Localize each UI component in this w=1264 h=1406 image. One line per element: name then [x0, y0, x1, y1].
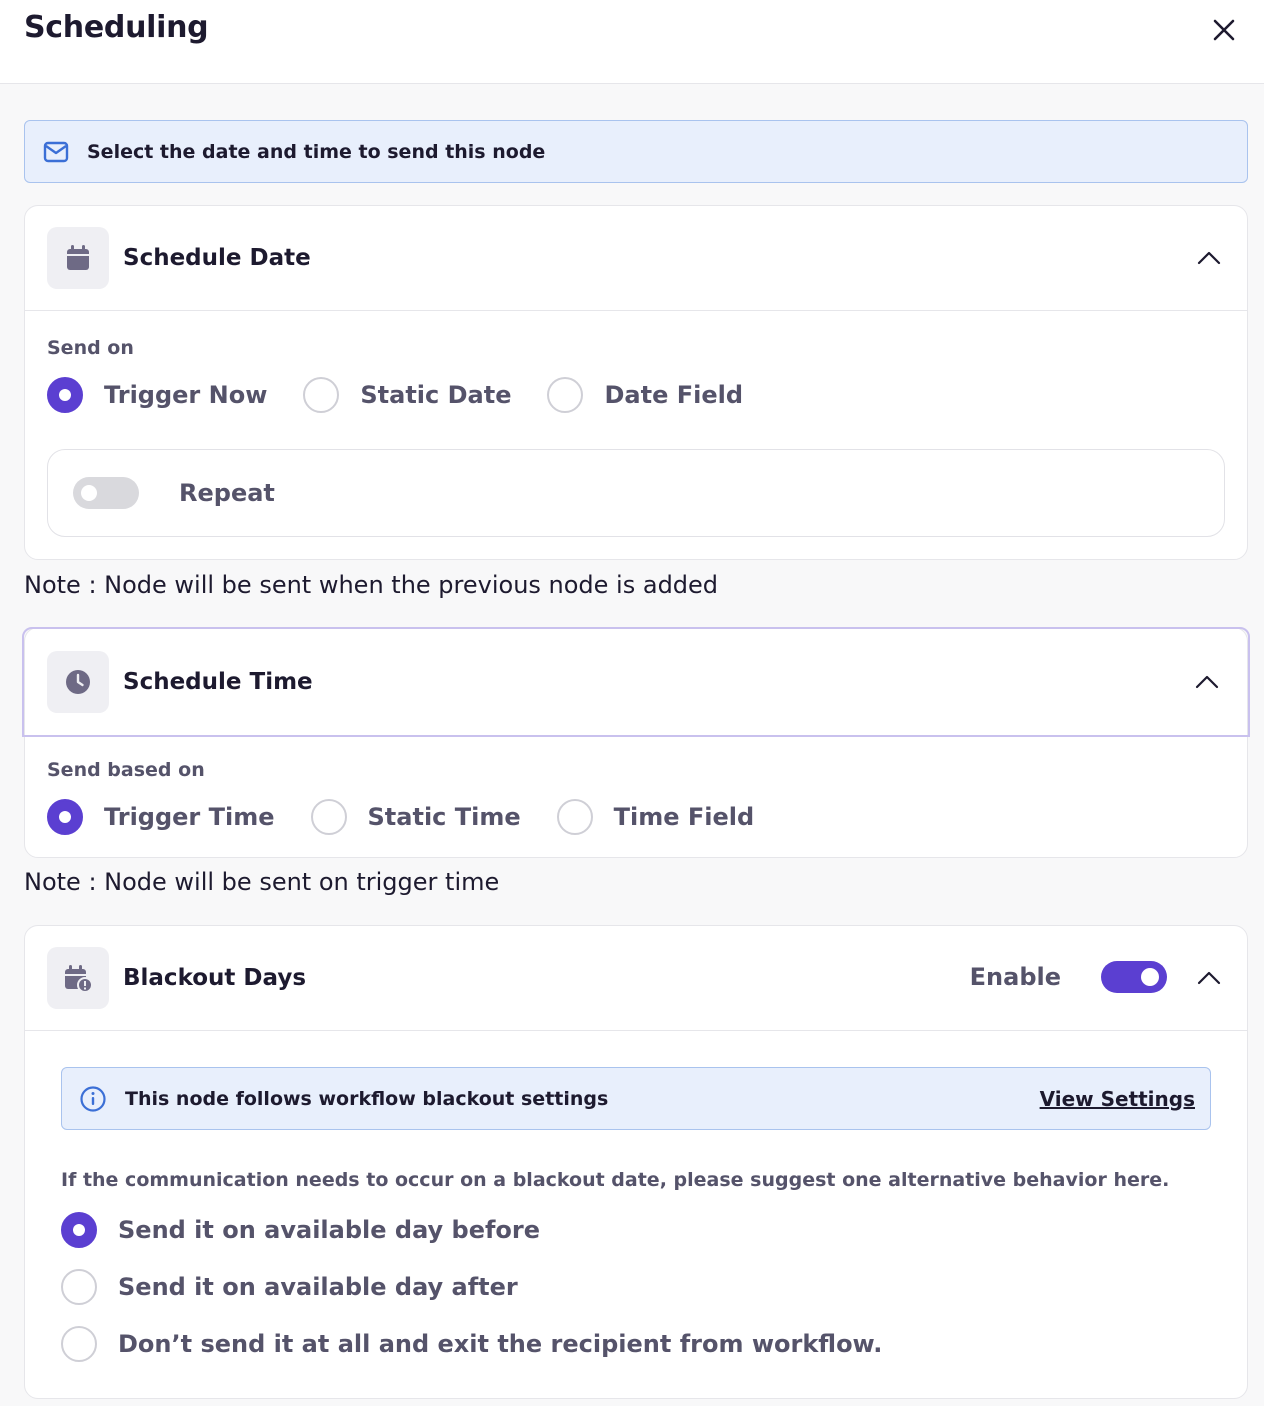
radio-label: Don’t send it at all and exit the recipi… — [118, 1330, 883, 1358]
info-banner: Select the date and time to send this no… — [24, 120, 1248, 183]
chevron-up-icon — [1197, 251, 1221, 265]
radio-static-date[interactable]: Static Date — [303, 377, 511, 413]
radio-button[interactable] — [61, 1326, 97, 1362]
clock-icon — [47, 651, 109, 713]
schedule-date-note: Note : Node will be sent when the previo… — [24, 571, 719, 599]
blackout-settings-banner: This node follows workflow blackout sett… — [61, 1067, 1211, 1130]
blackout-hint-text: If the communication needs to occur on a… — [61, 1169, 1170, 1191]
send-on-radio-group: Trigger Now Static Date Date Field — [47, 377, 779, 413]
blackout-days-title: Blackout Days — [123, 965, 307, 991]
close-icon — [1213, 19, 1235, 41]
radio-label: Static Date — [360, 381, 512, 409]
radio-button[interactable] — [303, 377, 340, 413]
send-on-label: Send on — [47, 337, 134, 359]
calendar-alert-icon — [47, 947, 109, 1009]
radio-button[interactable] — [47, 377, 83, 413]
send-based-on-radio-group: Trigger Time Static Time Time Field — [47, 799, 790, 835]
chevron-up-icon — [1195, 675, 1219, 689]
radio-label: Send it on available day after — [118, 1273, 518, 1301]
enable-label: Enable — [969, 963, 1061, 991]
info-icon — [79, 1085, 107, 1113]
radio-day-after[interactable]: Send it on available day after — [61, 1269, 518, 1305]
radio-static-time[interactable]: Static Time — [310, 799, 521, 835]
repeat-toggle[interactable] — [73, 477, 139, 509]
radio-label: Send it on available day before — [118, 1216, 541, 1244]
radio-button[interactable] — [310, 799, 347, 835]
schedule-time-card: Schedule Time Send based on Trigger Time… — [22, 627, 1250, 858]
chevron-up-icon — [1197, 971, 1221, 985]
blackout-enable-toggle[interactable] — [1101, 961, 1167, 993]
schedule-date-card: Schedule Date Send on Trigger Now Static… — [24, 205, 1248, 560]
view-settings-link[interactable]: View Settings — [1040, 1087, 1195, 1111]
radio-button[interactable] — [556, 799, 593, 835]
repeat-label: Repeat — [179, 479, 275, 507]
radio-button[interactable] — [547, 377, 584, 413]
radio-trigger-now[interactable]: Trigger Now — [47, 377, 267, 413]
blackout-banner-text: This node follows workflow blackout sett… — [125, 1087, 609, 1110]
radio-button[interactable] — [47, 799, 83, 835]
radio-do-not-send[interactable]: Don’t send it at all and exit the recipi… — [61, 1326, 882, 1362]
radio-button[interactable] — [61, 1269, 97, 1305]
collapse-schedule-date-button[interactable] — [1191, 240, 1227, 276]
repeat-box: Repeat — [47, 449, 1225, 537]
mail-icon — [43, 139, 69, 165]
radio-label: Trigger Time — [104, 803, 275, 831]
radio-trigger-time[interactable]: Trigger Time — [47, 799, 275, 835]
send-based-on-label: Send based on — [47, 759, 205, 781]
radio-label: Date Field — [604, 381, 744, 409]
radio-label: Static Time — [367, 803, 521, 831]
enable-control: Enable — [970, 961, 1167, 993]
radio-time-field[interactable]: Time Field — [556, 799, 755, 835]
radio-button[interactable] — [61, 1212, 97, 1248]
collapse-blackout-days-button[interactable] — [1191, 960, 1227, 996]
blackout-days-card: Blackout Days Enable This node follows w… — [24, 925, 1248, 1399]
radio-date-field[interactable]: Date Field — [547, 377, 743, 413]
radio-label: Trigger Now — [104, 381, 268, 409]
radio-day-before[interactable]: Send it on available day before — [61, 1212, 540, 1248]
info-banner-text: Select the date and time to send this no… — [87, 140, 546, 163]
schedule-date-header[interactable]: Schedule Date — [25, 206, 1247, 311]
schedule-date-title: Schedule Date — [123, 245, 311, 271]
schedule-time-note: Note : Node will be sent on trigger time — [24, 868, 500, 896]
blackout-days-header[interactable]: Blackout Days Enable — [25, 926, 1247, 1031]
schedule-time-title: Schedule Time — [123, 669, 313, 695]
close-button[interactable] — [1206, 12, 1242, 48]
radio-label: Time Field — [613, 803, 755, 831]
page-title: Scheduling — [24, 10, 209, 45]
schedule-time-header[interactable]: Schedule Time — [22, 627, 1250, 737]
panel-header: Scheduling — [0, 0, 1264, 84]
collapse-schedule-time-button[interactable] — [1189, 664, 1225, 700]
calendar-icon — [47, 227, 109, 289]
